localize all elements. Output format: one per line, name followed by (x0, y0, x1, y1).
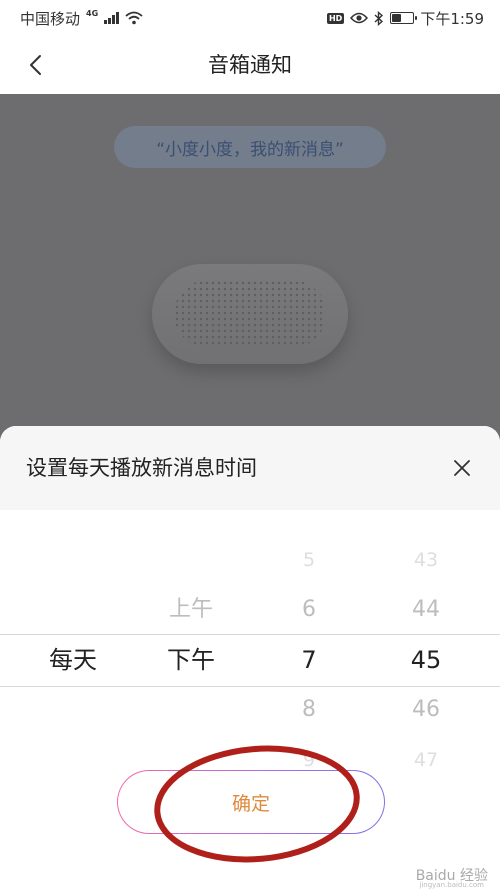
period-option-selected[interactable]: 下午 (140, 635, 242, 685)
period-option[interactable]: 上午 (140, 585, 242, 635)
app-header: 音箱通知 (0, 36, 500, 94)
hour-option[interactable]: 8 (268, 685, 350, 735)
time-picker: 每天 上午 下午 5 6 7 8 9 43 44 45 46 47 (0, 510, 500, 790)
hour-option-selected[interactable]: 7 (268, 635, 350, 685)
close-icon (454, 460, 470, 476)
hd-badge: HD (326, 12, 345, 24)
battery-icon (390, 12, 418, 24)
minute-column[interactable]: 43 44 45 46 47 (380, 510, 472, 790)
signal-icon (104, 12, 119, 24)
carrier-name: 中国移动 (20, 9, 81, 28)
hour-column[interactable]: 5 6 7 8 9 (268, 510, 350, 790)
page-title: 音箱通知 (208, 53, 292, 77)
sheet-title: 设置每天播放新消息时间 (26, 456, 257, 480)
hour-option[interactable]: 6 (268, 585, 350, 635)
bluetooth-icon (374, 10, 384, 26)
confirm-button[interactable]: 确定 (117, 770, 385, 834)
dimmed-content: “小度小度，我的新消息” (0, 94, 500, 454)
baidu-watermark-url: jingyan.baidu.com (419, 881, 484, 889)
status-left: 中国移动 4G (20, 8, 143, 29)
sheet-header: 设置每天播放新消息时间 (0, 426, 500, 510)
minute-option-selected[interactable]: 45 (380, 635, 472, 685)
minute-option[interactable]: 47 (380, 735, 472, 785)
network-type: 4G (86, 8, 99, 18)
eye-icon (350, 12, 369, 24)
frequency-option[interactable]: 每天 (22, 635, 124, 685)
speaker-image (152, 264, 348, 364)
voice-prompt-bubble: “小度小度，我的新消息” (114, 126, 386, 168)
period-column[interactable]: 上午 下午 (140, 510, 242, 790)
speaker-grill (174, 280, 326, 348)
minute-option[interactable]: 44 (380, 585, 472, 635)
frequency-column[interactable]: 每天 (22, 510, 124, 790)
minute-option[interactable]: 46 (380, 685, 472, 735)
status-bar: 中国移动 4G HD 下午1:59 (0, 0, 500, 36)
status-right: HD 下午1:59 (326, 8, 484, 29)
hour-option[interactable]: 5 (268, 535, 350, 585)
wifi-icon (125, 11, 143, 25)
close-button[interactable] (448, 454, 476, 482)
minute-option[interactable]: 43 (380, 535, 472, 585)
clock: 下午1:59 (420, 9, 484, 28)
